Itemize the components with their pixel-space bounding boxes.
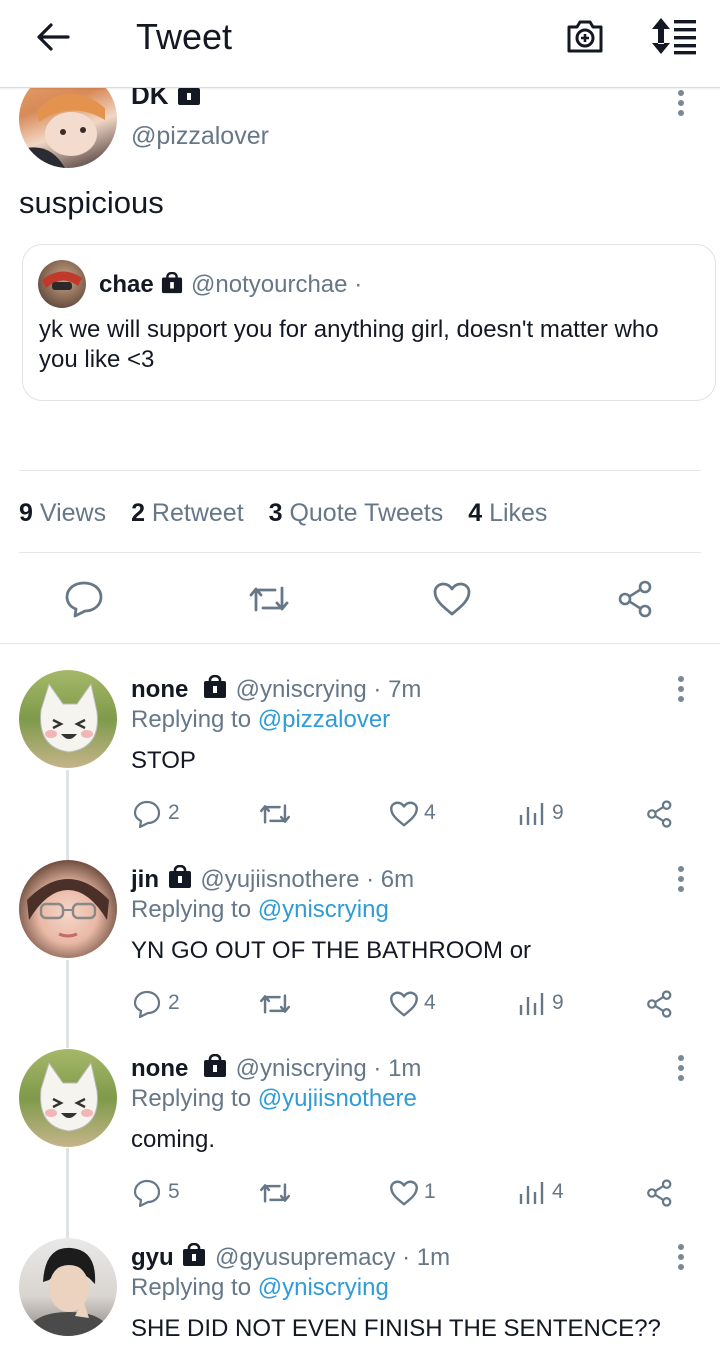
reply-author: none @yniscrying · 1m [131,1054,421,1083]
reply-text: SHE DID NOT EVEN FINISH THE SENTENCE?? [131,1315,661,1342]
avatar[interactable] [19,860,117,958]
page-title: Tweet [136,16,233,57]
avatar[interactable] [19,1238,117,1336]
mention-link[interactable]: @yniscrying [258,1274,389,1301]
lock-icon [168,865,191,888]
replying-to: Replying to @yniscrying [131,1274,389,1301]
top-app-bar: Tweet [0,0,720,88]
more-options-icon[interactable] [671,1242,691,1272]
mention-link[interactable]: @yniscrying [258,896,389,923]
mention-link[interactable]: @yujiisnothere [258,1085,417,1112]
quote-tweets-stat[interactable]: 3 Quote Tweets [269,499,444,527]
divider [19,470,701,471]
reply-text: STOP [131,747,196,774]
divider [19,552,701,553]
thread-line [66,770,69,860]
heart-icon[interactable] [389,800,419,828]
like-count: 4 [424,801,436,824]
reply-icon[interactable] [133,990,161,1018]
reply-count: 5 [168,1180,180,1203]
lock-icon [183,1243,206,1266]
like-count: 1 [424,1180,436,1203]
timestamp: · 1m [373,1055,422,1082]
reply-text: YN GO OUT OF THE BATHROOM or [131,937,532,964]
quoted-author: chae @notyourchae · [99,271,362,299]
thread-line [66,960,69,1048]
display-name[interactable]: none [131,676,188,703]
retweet-stat[interactable]: 2 Retweet [131,499,244,527]
camera-add-icon[interactable] [565,16,605,56]
share-icon[interactable] [645,800,675,828]
quoted-handle: @notyourchae [191,271,348,298]
likes-stat[interactable]: 4 Likes [468,499,547,527]
views-stat[interactable]: 9 Views [19,499,106,527]
more-options-icon[interactable] [671,1053,691,1083]
reply-count: 2 [168,801,180,824]
timestamp: · 7m [373,676,422,703]
tweet-stats: 9 Views 2 Retweet 3 Quote Tweets 4 Likes [19,499,547,528]
heart-icon[interactable] [389,990,419,1018]
sort-list-icon[interactable] [650,16,698,56]
reply-icon[interactable] [64,580,104,618]
share-icon[interactable] [616,580,656,618]
like-count: 4 [424,991,436,1014]
views-icon[interactable] [518,1180,546,1206]
retweet-icon[interactable] [258,801,292,827]
handle[interactable]: @yniscrying [236,1055,367,1082]
retweet-icon[interactable] [258,1180,292,1206]
handle[interactable]: @yujiisnothere [200,866,359,893]
handle[interactable]: @pizzalover [131,122,269,151]
reply-icon[interactable] [133,1179,161,1207]
replying-to: Replying to @yniscrying [131,896,389,923]
heart-icon[interactable] [389,1179,419,1207]
reply-icon[interactable] [133,800,161,828]
quoted-avatar [38,260,86,308]
views-count: 9 [552,801,564,824]
more-options-icon[interactable] [671,864,691,894]
lock-icon [204,675,226,698]
lock-icon [204,1054,226,1077]
heart-icon[interactable] [432,581,472,617]
avatar[interactable] [19,1049,117,1147]
views-count: 9 [552,991,564,1014]
more-options-icon[interactable] [671,674,691,704]
timestamp: · 1m [402,1244,451,1271]
replying-to: Replying to @yujiisnothere [131,1085,417,1112]
quoted-tweet-card[interactable]: chae @notyourchae · yk we will support y… [22,244,716,401]
tweet-text: suspicious [19,185,164,220]
quoted-text: yk we will support you for anything girl… [39,316,659,373]
handle[interactable]: @gyusupremacy [215,1244,395,1271]
display-name[interactable]: gyu [131,1244,174,1271]
replying-to: Replying to @pizzalover [131,706,391,733]
reply-author: none @yniscrying · 7m [131,675,421,704]
avatar[interactable] [19,670,117,768]
reply-author: gyu @gyusupremacy · 1m [131,1243,450,1272]
views-count: 4 [552,1180,564,1203]
more-options-icon[interactable] [671,88,691,118]
handle[interactable]: @yniscrying [236,676,367,703]
display-name[interactable]: jin [131,866,159,893]
retweet-icon[interactable] [258,991,292,1017]
reply-text: coming. [131,1126,216,1153]
thread-line [66,1148,69,1238]
lock-icon [162,272,183,294]
separator: · [354,271,363,298]
reply-count: 2 [168,991,180,1014]
reply-author: jin @yujiisnothere · 6m [131,865,414,894]
quoted-display-name: chae [99,271,154,298]
share-icon[interactable] [645,990,675,1018]
share-icon[interactable] [645,1179,675,1207]
divider [0,643,720,644]
arrow-left-icon[interactable] [34,18,72,56]
views-icon[interactable] [518,991,546,1017]
retweet-icon[interactable] [247,582,291,616]
timestamp: · 6m [366,866,415,893]
views-icon[interactable] [518,801,546,827]
display-name[interactable]: none [131,1055,188,1082]
mention-link[interactable]: @pizzalover [258,706,390,733]
